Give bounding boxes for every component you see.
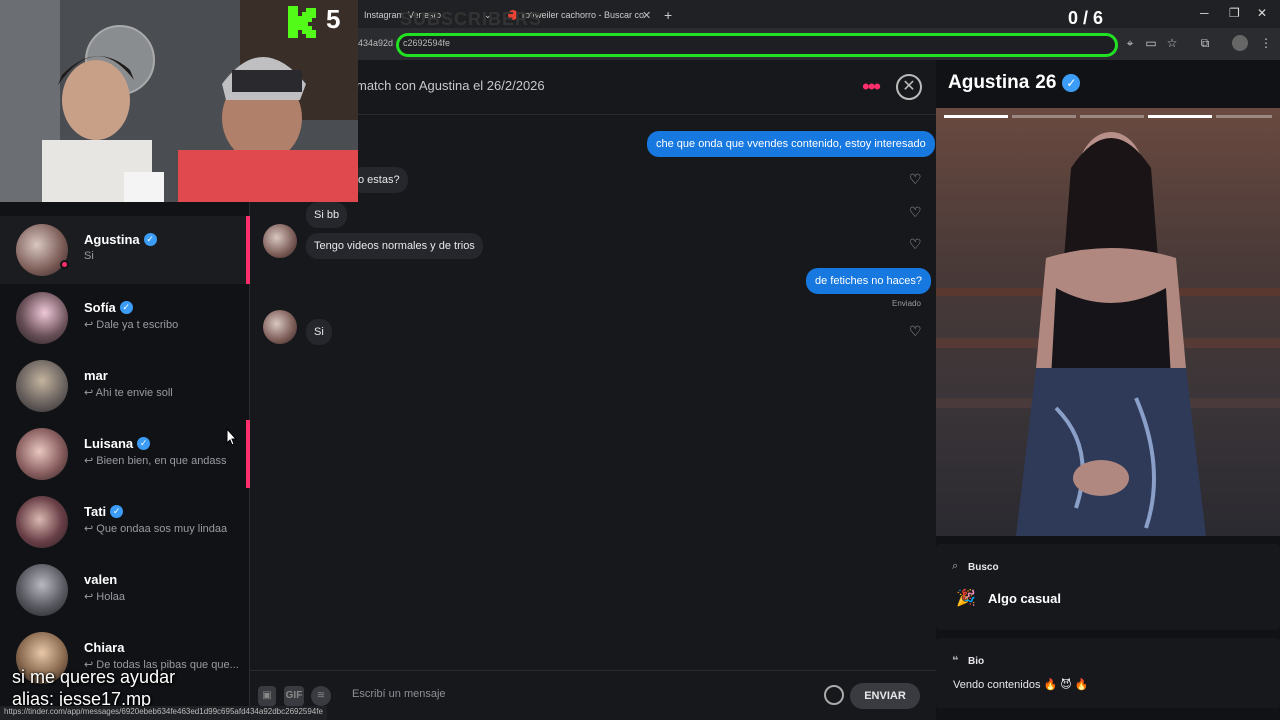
location-icon[interactable]: ⌖ — [1122, 35, 1138, 51]
conversation-name: Luisana — [84, 436, 134, 451]
conversation-item-tati[interactable]: Tati ✓ ↩ Que ondaa sos muy lindaa — [0, 488, 248, 556]
quote-icon: ❝ — [952, 655, 959, 667]
close-chat-button[interactable]: ✕ — [896, 74, 922, 100]
conversation-preview: Si — [84, 250, 94, 262]
conversation-preview: ↩ Ahi te envie soll — [84, 387, 173, 399]
conversation-preview: ↩ Dale ya t escribo — [84, 319, 179, 331]
avatar — [16, 496, 68, 548]
caption-line-1: si me queres ayudar — [12, 667, 176, 687]
verified-badge-icon: ✓ — [110, 505, 124, 518]
message-incoming: o estas? — [350, 167, 408, 193]
message-composer: ▣ GIF ≋ Escribí un mensaje ENVIAR — [250, 670, 936, 720]
party-icon: 🎉 — [956, 590, 976, 607]
like-heart-icon[interactable]: ♡ — [909, 205, 925, 219]
conversation-item-valen[interactable]: valen ↩ Holaa — [0, 556, 248, 624]
extensions-icon[interactable]: ⧉ — [1197, 35, 1213, 51]
conversation-item-luisana[interactable]: Luisana ✓ ↩ Bieen bien, en que andass — [0, 420, 248, 488]
send-button[interactable]: ENVIAR — [850, 683, 920, 709]
message-outgoing: che que onda que vvendes contenido, esto… — [647, 131, 935, 157]
more-options-icon[interactable]: ••• — [862, 74, 881, 100]
profile-panel: Agustina 26 ✓ ⌕ Busco 🎉 Algo casual ❝ Bi… — [936, 60, 1280, 720]
message-outgoing: de fetiches no haces? — [806, 268, 932, 294]
photo-progress-segment — [1148, 115, 1212, 118]
sent-status: Enviado — [892, 299, 921, 308]
status-bar-url: https://tinder.com/app/messages/6920ebeb… — [0, 706, 327, 720]
bookmark-star-icon[interactable]: ☆ — [1164, 35, 1180, 51]
looking-for-label: Busco — [968, 562, 999, 573]
goal-counter: 0 / 6 — [1068, 8, 1104, 28]
minimize-icon[interactable]: ─ — [1200, 6, 1209, 20]
conversation-name: Agustina — [84, 232, 140, 247]
search-icon: ⌕ — [952, 560, 959, 572]
profile-age: 26 — [1035, 72, 1057, 93]
sender-avatar — [263, 224, 297, 258]
conversation-name: valen — [84, 572, 118, 587]
conversation-name: Chiara — [84, 640, 125, 655]
verified-badge-icon: ✓ — [1062, 74, 1081, 92]
bio-text: Vendo contenidos 🔥 😈 🔥 — [953, 679, 1089, 691]
message-input[interactable]: Escribí un mensaje — [352, 688, 446, 700]
like-heart-icon[interactable]: ♡ — [909, 172, 925, 186]
sender-avatar — [263, 310, 297, 344]
avatar — [16, 428, 68, 480]
conversation-preview: ↩ Que ondaa sos muy lindaa — [84, 523, 228, 535]
avatar — [16, 292, 68, 344]
photo-progress-segment — [1080, 115, 1144, 118]
message-incoming: Si bb — [306, 202, 348, 228]
online-indicator — [60, 260, 69, 269]
cast-icon[interactable]: ▭ — [1143, 35, 1159, 51]
close-tab-icon[interactable]: ✕ — [642, 4, 651, 26]
sticker-icon[interactable]: ▣ — [258, 686, 276, 706]
profile-photo-image — [936, 108, 1280, 536]
subscribers-label: SUBSCRIBERS — [400, 9, 543, 29]
like-heart-icon[interactable]: ♡ — [909, 324, 925, 338]
profile-photo[interactable] — [936, 108, 1280, 536]
match-title: match con Agustina el 26/2/2026 — [356, 78, 545, 93]
conversation-name: Tati — [84, 504, 107, 519]
photo-progress-segment — [1216, 115, 1272, 118]
window-close-icon[interactable]: ✕ — [1257, 6, 1267, 20]
profile-header: Agustina 26 ✓ — [948, 72, 1081, 94]
address-bar[interactable]: c2692594fe — [396, 33, 1118, 57]
looking-for-value: Algo casual — [988, 591, 1061, 606]
profile-name: Agustina — [948, 72, 1030, 93]
avatar — [16, 564, 68, 616]
conversation-name: Sofía — [84, 300, 116, 315]
url-text-partial: 434a92d — [358, 38, 394, 48]
message-incoming: Tengo videos normales y de trios — [306, 233, 483, 259]
avatar — [16, 224, 68, 276]
verified-badge-icon: ✓ — [119, 301, 133, 314]
conversation-item-mar[interactable]: mar ↩ Ahi te envie soll — [0, 352, 248, 420]
bio-label: Bio — [968, 656, 985, 667]
photo-progress-segment — [944, 115, 1008, 118]
tab-label: Instagram — [364, 10, 405, 20]
conversation-item-sofia[interactable]: Sofía ✓ ↩ Dale ya t escribo — [0, 284, 248, 352]
spotify-icon[interactable]: ≋ — [311, 686, 331, 706]
subscriber-count: 5 — [326, 4, 341, 34]
like-heart-icon[interactable]: ♡ — [909, 237, 925, 251]
kick-logo-icon — [288, 6, 318, 38]
message-incoming: Si — [306, 319, 332, 345]
new-tab-icon[interactable]: + — [664, 4, 672, 26]
looking-for-card: ⌕ Busco 🎉 Algo casual — [936, 544, 1280, 630]
bio-card: ❝ Bio Vendo contenidos 🔥 😈 🔥 — [936, 638, 1280, 708]
url-text: c2692594fe — [403, 38, 451, 48]
conversation-preview: ↩ Bieen bien, en que andass — [84, 455, 227, 467]
photo-progress-segment — [1012, 115, 1076, 118]
conversation-item-agustina[interactable]: Agustina ✓ Si — [0, 216, 248, 284]
conversation-preview: ↩ Holaa — [84, 591, 126, 603]
emoji-icon[interactable] — [824, 685, 844, 705]
mouse-cursor-icon — [226, 427, 238, 451]
verified-badge-icon: ✓ — [137, 437, 151, 450]
gif-button[interactable]: GIF — [284, 686, 304, 706]
screen: Instagram Ver esto ⌄ rottweiler cachorro… — [0, 0, 1280, 720]
restore-icon[interactable]: ❐ — [1229, 6, 1240, 20]
tab-instagram[interactable]: Instagram — [364, 4, 404, 26]
verified-badge-icon: ✓ — [143, 233, 157, 246]
browser-menu-icon[interactable]: ⋮ — [1258, 35, 1274, 51]
profile-avatar-icon[interactable] — [1232, 35, 1248, 51]
avatar — [16, 360, 68, 412]
conversation-name: mar — [84, 368, 108, 383]
